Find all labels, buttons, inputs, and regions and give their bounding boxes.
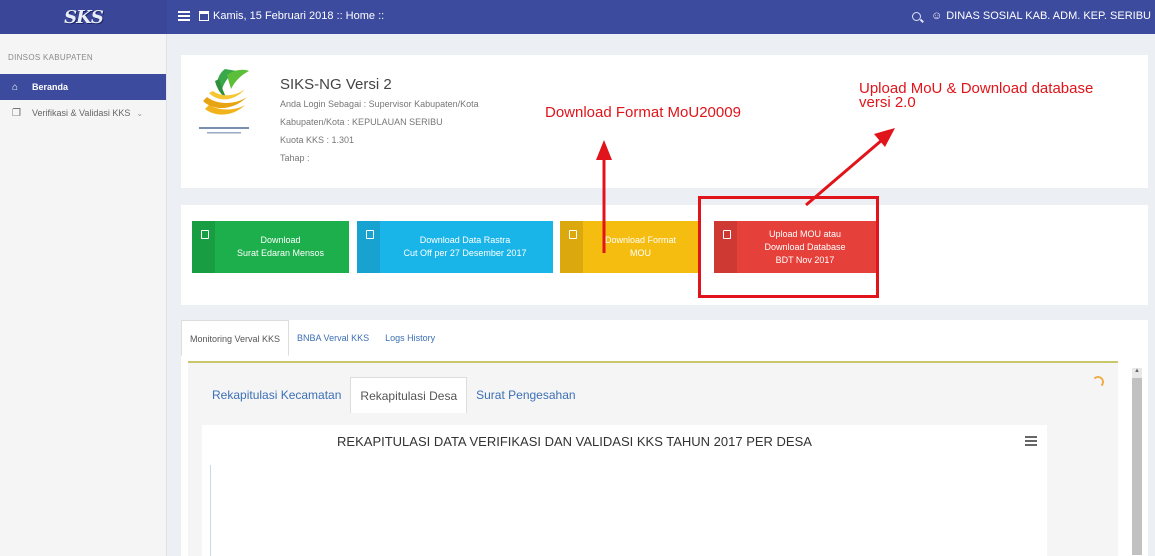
user-icon: ☺ [930,10,943,22]
button-label: MOU [630,248,651,258]
download-rastra-button[interactable]: Download Data Rastra Cut Off per 27 Dese… [357,221,553,273]
tab-logs[interactable]: Logs History [377,320,443,356]
search-icon[interactable] [911,11,921,21]
user-name[interactable]: DINAS SOSIAL KAB. ADM. KEP. SERIBU [946,10,1151,22]
recap-box: Rekapitulasi Kecamatan Rekapitulasi Desa… [188,361,1118,556]
stage: Tahap : [280,153,310,163]
download-mou-format-button[interactable]: Download Format MOU [560,221,701,273]
chart-container: REKAPITULASI DATA VERIFIKASI DAN VALIDAS… [202,425,1047,556]
action-panel: Download Surat Edaran Mensos Download Da… [181,205,1148,305]
scrollbar[interactable]: ▲ [1132,368,1142,555]
login-role: Anda Login Sebagai : Supervisor Kabupate… [280,99,479,109]
monitoring-panel: Monitoring Verval KKS BNBA Verval KKS Lo… [181,320,1148,556]
sidebar-item-verifikasi[interactable]: ❐ Verifikasi & Validasi KKS ⌄ [0,100,166,126]
copy-icon: ❐ [12,107,21,119]
chart-title: REKAPITULASI DATA VERIFIKASI DAN VALIDAS… [337,434,812,449]
button-label: Download Format [604,235,677,245]
highlight-frame [698,196,879,298]
tab-bnba[interactable]: BNBA Verval KKS [289,320,377,356]
tab-rekap-desa[interactable]: Rekapitulasi Desa [350,377,468,413]
chevron-down-icon: ⌄ [136,108,144,118]
home-icon: ⌂ [12,81,19,93]
button-label: Surat Edaran Mensos [236,248,325,258]
button-label: Cut Off per 27 Desember 2017 [403,248,527,258]
sidebar-item-label: Beranda [32,82,69,92]
recap-tabs: Rekapitulasi Kecamatan Rekapitulasi Desa… [203,377,585,413]
ministry-logo [199,69,249,134]
kks-quota: Kuota KKS : 1.301 [280,135,355,145]
scroll-thumb[interactable] [1132,378,1142,555]
logo-text: SKS [64,6,104,28]
app-logo[interactable]: SKS [0,0,167,34]
chart-menu-icon[interactable] [1025,436,1037,446]
tab-surat-pengesahan[interactable]: Surat Pengesahan [467,377,584,413]
document-icon [366,230,374,239]
sidebar: DINSOS KABUPATEN ⌂ Beranda ❐ Verifikasi … [0,34,167,556]
top-navbar: SKS Kamis, 15 Februari 2018 :: Home :: ☺… [0,0,1155,34]
menu-toggle-icon[interactable] [178,9,190,23]
scroll-up-icon[interactable]: ▲ [1134,368,1140,374]
annotation-upload-line2: versi 2.0 [859,94,916,111]
app-title: SIKS-NG Versi 2 [280,76,392,93]
chart-y-axis [210,465,211,556]
button-label: Download Data Rastra [419,235,511,245]
sidebar-item-beranda[interactable]: ⌂ Beranda [0,74,166,100]
calendar-icon [199,11,209,21]
region: Kabupaten/Kota : KEPULAUAN SERIBU [280,117,443,127]
document-icon [201,230,209,239]
sidebar-item-label: Verifikasi & Validasi KKS [32,108,131,118]
profile-card: SIKS-NG Versi 2 Anda Login Sebagai : Sup… [181,55,1148,188]
main-tabs: Monitoring Verval KKS BNBA Verval KKS Lo… [181,320,443,356]
document-icon [569,230,577,239]
download-circular-button[interactable]: Download Surat Edaran Mensos [192,221,349,273]
button-label: Download [260,235,301,245]
date-breadcrumb: Kamis, 15 Februari 2018 :: Home :: [199,10,384,22]
loading-spinner-icon [1092,376,1104,388]
user-menu[interactable]: ☺ DINAS SOSIAL KAB. ADM. KEP. SERIBU [911,10,1151,22]
sidebar-header: DINSOS KABUPATEN [8,53,93,62]
date-text: Kamis, 15 Februari 2018 :: Home :: [213,10,385,22]
annotation-download-format: Download Format MoU20009 [545,104,741,121]
tab-rekap-kecamatan[interactable]: Rekapitulasi Kecamatan [203,377,350,413]
tab-monitoring[interactable]: Monitoring Verval KKS [181,320,290,356]
